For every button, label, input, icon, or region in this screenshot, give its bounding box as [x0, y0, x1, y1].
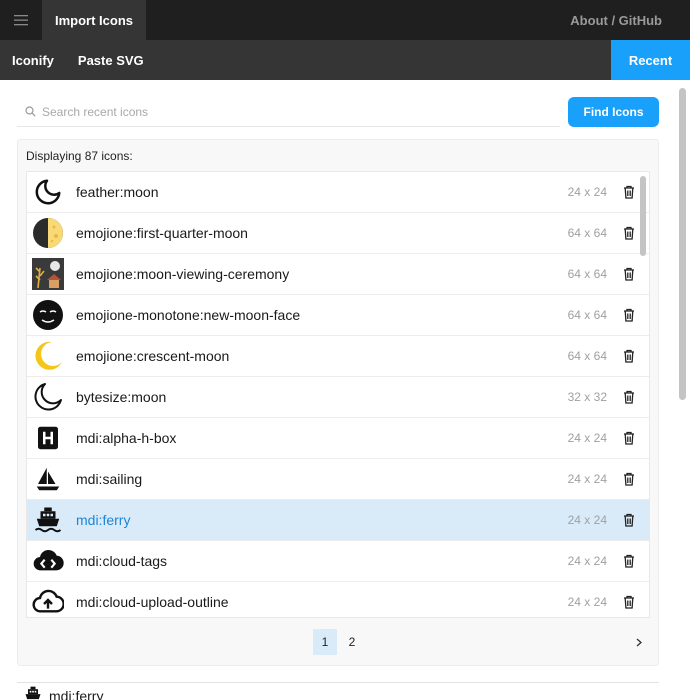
page-2-button[interactable]: 2: [340, 629, 364, 655]
icon-size: 32 x 32: [567, 390, 607, 404]
icon-size: 24 x 24: [567, 185, 607, 199]
crescent-moon-icon: [32, 340, 64, 372]
results-count: Displaying 87 icons:: [26, 149, 133, 163]
sub-navigation: Iconify Paste SVG Recent: [0, 40, 690, 80]
top-bar: Import Icons About / GitHub: [0, 0, 690, 40]
icon-name: emojione:moon-viewing-ceremony: [76, 266, 290, 282]
window-scrollbar[interactable]: [676, 80, 690, 700]
trash-icon[interactable]: [621, 512, 637, 528]
trash-icon[interactable]: [621, 594, 637, 610]
search-icon: [25, 106, 36, 117]
icon-size: 64 x 64: [567, 308, 607, 322]
trash-icon[interactable]: [621, 266, 637, 282]
icon-name: mdi:cloud-tags: [76, 553, 168, 569]
moon-outline-icon: [32, 381, 64, 413]
icon-size: 24 x 24: [567, 513, 607, 527]
search-input[interactable]: [42, 104, 542, 119]
list-item[interactable]: emojione:crescent-moon 64 x 64: [27, 336, 649, 377]
icon-size: 24 x 24: [567, 595, 607, 609]
window-scrollbar-thumb[interactable]: [679, 88, 686, 400]
icon-name: emojione-monotone:new-moon-face: [76, 307, 301, 323]
list-scrollbar-thumb[interactable]: [640, 176, 646, 256]
search-box: [17, 97, 560, 127]
trash-icon[interactable]: [621, 471, 637, 487]
selected-icon-preview: mdi:ferry: [17, 682, 659, 700]
trash-icon[interactable]: [621, 225, 637, 241]
list-item[interactable]: emojione:moon-viewing-ceremony 64 x 64: [27, 254, 649, 295]
trash-icon[interactable]: [621, 307, 637, 323]
list-item-selected[interactable]: mdi:ferry 24 x 24: [27, 500, 649, 541]
icon-size: 24 x 24: [567, 554, 607, 568]
moon-viewing-ceremony-icon: [32, 258, 64, 290]
icon-name: mdi:cloud-upload-outline: [76, 594, 229, 610]
about-github-link[interactable]: About / GitHub: [570, 13, 690, 28]
icon-name: emojione:crescent-moon: [76, 348, 230, 364]
ferry-icon: [32, 504, 64, 536]
icon-name: emojione:first-quarter-moon: [76, 225, 248, 241]
tab-iconify[interactable]: Iconify: [0, 40, 66, 80]
tab-import-icons[interactable]: Import Icons: [42, 0, 147, 40]
trash-icon[interactable]: [621, 430, 637, 446]
sailboat-icon: [32, 463, 64, 495]
menu-button[interactable]: [0, 0, 42, 40]
results-panel: Displaying 87 icons: feather:moon 24 x 2…: [17, 139, 659, 666]
trash-icon[interactable]: [621, 184, 637, 200]
icon-name: mdi:ferry: [76, 512, 131, 528]
first-quarter-moon-icon: [32, 217, 64, 249]
icon-name: mdi:sailing: [76, 471, 143, 487]
list-item[interactable]: mdi:cloud-tags 24 x 24: [27, 541, 649, 582]
icon-size: 64 x 64: [567, 226, 607, 240]
hamburger-menu-icon: [14, 15, 28, 26]
pagination: 1 2: [18, 629, 658, 655]
icon-size: 64 x 64: [567, 267, 607, 281]
icon-name: bytesize:moon: [76, 389, 167, 405]
trash-icon[interactable]: [621, 389, 637, 405]
icon-size: 24 x 24: [567, 431, 607, 445]
icon-size: 64 x 64: [567, 349, 607, 363]
cloud-upload-outline-icon: [32, 586, 64, 617]
next-page-button[interactable]: [631, 629, 647, 655]
cloud-tags-icon: [32, 545, 64, 577]
icon-name: mdi:alpha-h-box: [76, 430, 177, 446]
list-item[interactable]: mdi:alpha-h-box 24 x 24: [27, 418, 649, 459]
tab-recent[interactable]: Recent: [611, 40, 690, 80]
list-item[interactable]: bytesize:moon 32 x 32: [27, 377, 649, 418]
new-moon-face-icon: [32, 299, 64, 331]
list-item[interactable]: feather:moon 24 x 24: [27, 172, 649, 213]
moon-outline-icon: [32, 176, 64, 208]
tab-paste-svg[interactable]: Paste SVG: [66, 40, 156, 80]
ferry-icon: [23, 685, 43, 700]
alpha-h-box-icon: [32, 422, 64, 454]
page-1-button[interactable]: 1: [313, 629, 337, 655]
list-item[interactable]: mdi:cloud-upload-outline 24 x 24: [27, 582, 649, 617]
list-item[interactable]: emojione-monotone:new-moon-face 64 x 64: [27, 295, 649, 336]
list-scrollbar[interactable]: [637, 172, 649, 617]
trash-icon[interactable]: [621, 348, 637, 364]
list-item[interactable]: emojione:first-quarter-moon 64 x 64: [27, 213, 649, 254]
trash-icon[interactable]: [621, 553, 637, 569]
icon-list: feather:moon 24 x 24 emojione:first-quar…: [26, 171, 650, 618]
icon-name: feather:moon: [76, 184, 159, 200]
selected-icon-name: mdi:ferry: [49, 688, 104, 700]
chevron-right-icon: [636, 638, 642, 646]
icon-size: 24 x 24: [567, 472, 607, 486]
find-icons-button[interactable]: Find Icons: [568, 97, 659, 127]
list-item[interactable]: mdi:sailing 24 x 24: [27, 459, 649, 500]
